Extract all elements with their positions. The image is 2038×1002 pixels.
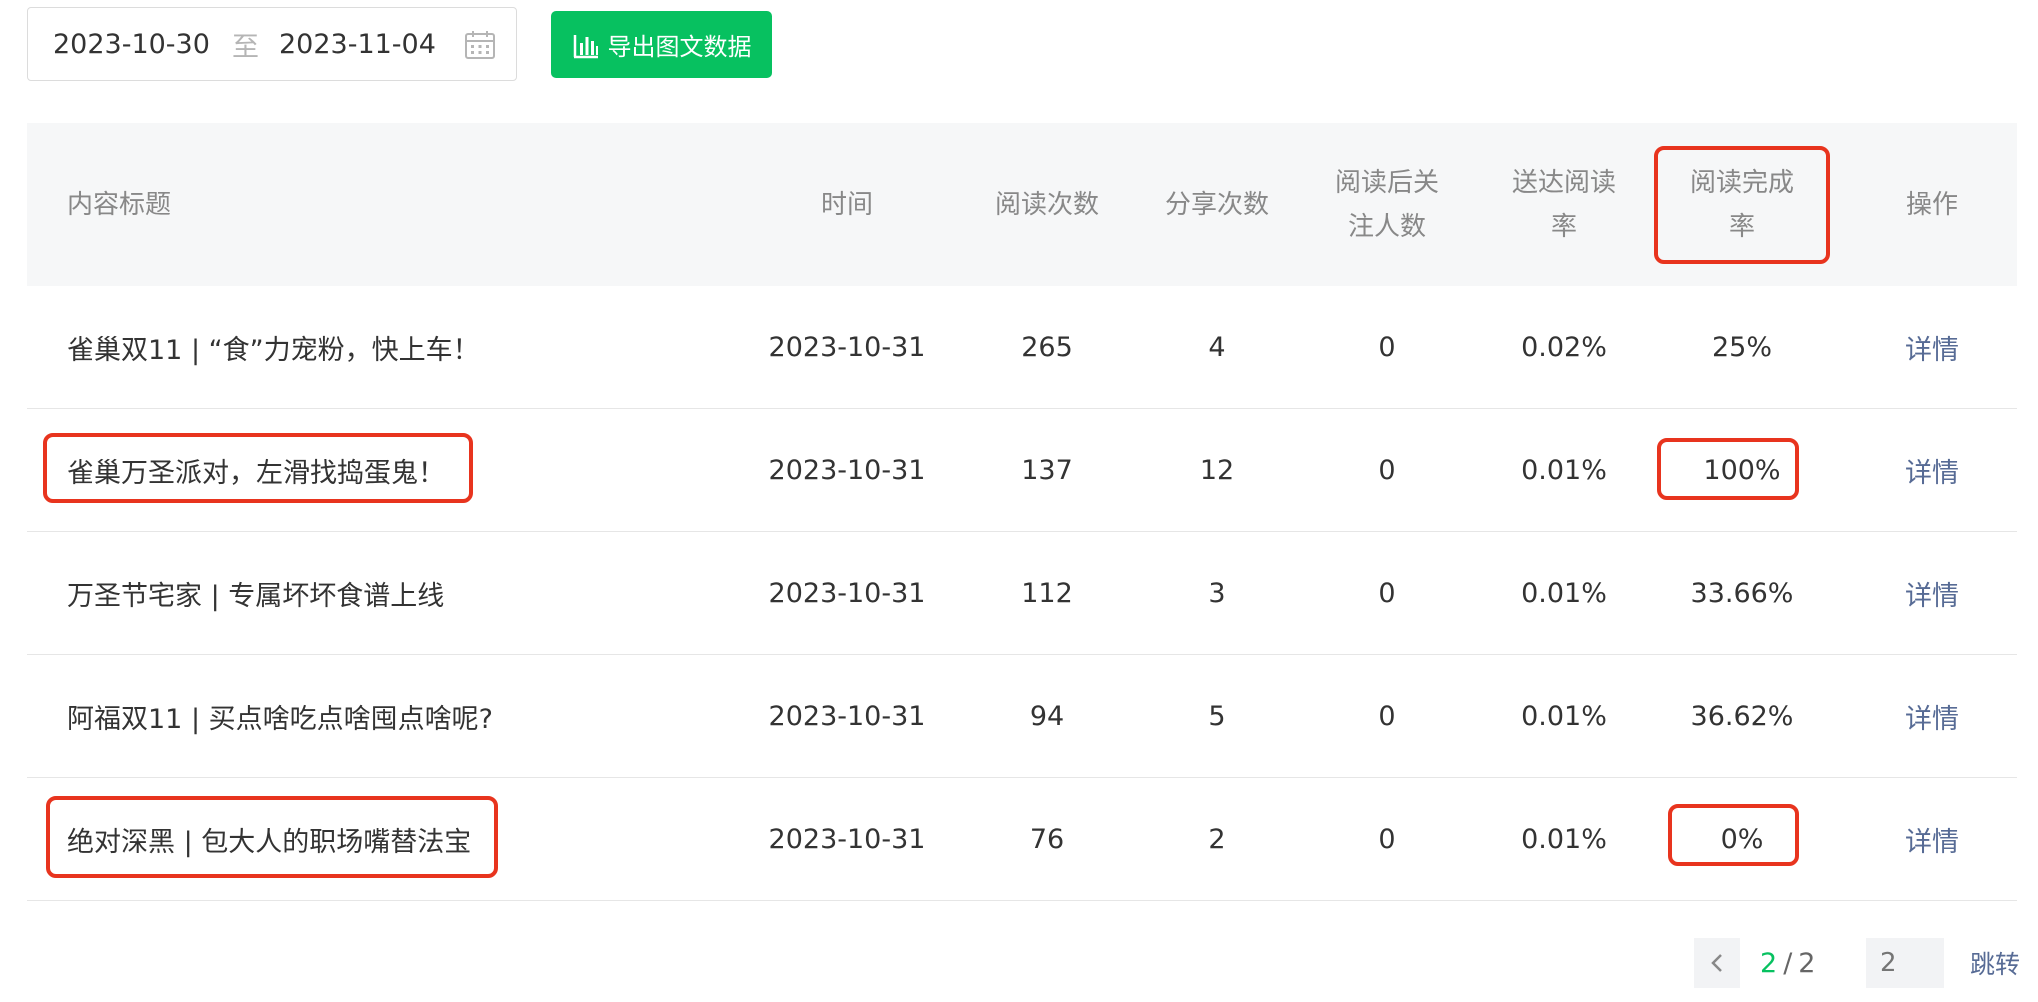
details-link[interactable]: 详情	[1905, 451, 1959, 490]
row-reads: 137	[1021, 454, 1073, 486]
row-follows: 0	[1378, 577, 1396, 609]
row-title: 绝对深黑 | 包大人的职场嘴替法宝	[67, 826, 472, 858]
row-time: 2023-10-31	[768, 331, 926, 363]
row-operation: 详情	[1887, 286, 1977, 408]
row-follows: 0	[1378, 823, 1396, 855]
row-completion-rate: 100%	[1703, 454, 1781, 486]
details-link[interactable]: 详情	[1905, 697, 1959, 736]
row-completion-rate: 25%	[1711, 331, 1772, 363]
export-button-label: 导出图文数据	[607, 33, 752, 61]
row-time: 2023-10-31	[768, 823, 926, 855]
row-reads: 76	[1029, 823, 1065, 855]
prev-page-button[interactable]	[1694, 938, 1740, 988]
header-completion-rate: 阅读完成率	[1677, 123, 1807, 286]
row-operation: 详情	[1887, 778, 1977, 900]
chevron-left-icon	[1711, 954, 1722, 972]
row-operation: 详情	[1887, 532, 1977, 654]
header-title: 内容标题	[67, 189, 172, 220]
bar-chart-icon	[573, 34, 598, 58]
row-completion-rate: 0%	[1720, 823, 1764, 855]
end-date[interactable]: 2023-11-04	[279, 29, 436, 60]
details-link[interactable]: 详情	[1905, 574, 1959, 613]
row-follows: 0	[1378, 454, 1396, 486]
header-shares: 分享次数	[1164, 189, 1269, 220]
header-deliver-rate: 送达阅读率	[1499, 123, 1629, 286]
row-time: 2023-10-31	[768, 454, 926, 486]
row-deliver-rate: 0.01%	[1521, 700, 1607, 732]
date-separator: 至	[232, 31, 259, 63]
header-operation: 操作	[1905, 189, 1958, 220]
start-date[interactable]: 2023-10-30	[53, 29, 210, 60]
row-time: 2023-10-31	[768, 577, 926, 609]
row-follows: 0	[1378, 331, 1396, 363]
details-link[interactable]: 详情	[1905, 328, 1959, 367]
row-deliver-rate: 0.02%	[1521, 331, 1607, 363]
row-deliver-rate: 0.01%	[1521, 823, 1607, 855]
current-page: 2	[1760, 947, 1778, 979]
row-operation: 详情	[1887, 655, 1977, 777]
article-stats-table: 内容标题 时间 阅读次数 分享次数 阅读后关注人数 送达阅读率 阅读完成率 操作…	[27, 123, 2017, 901]
header-time: 时间	[820, 189, 873, 220]
page-jump-input[interactable]	[1866, 938, 1944, 988]
row-follows: 0	[1378, 700, 1396, 732]
row-deliver-rate: 0.01%	[1521, 577, 1607, 609]
row-title: 雀巢双11 | “食”力宠粉，快上车！	[67, 334, 480, 366]
row-shares: 4	[1208, 331, 1226, 363]
date-range-picker[interactable]: 2023-10-30 至 2023-11-04	[27, 7, 517, 81]
table-row: 雀巢万圣派对，左滑找捣蛋鬼！ 2023-10-31 137 12 0 0.01%…	[27, 409, 2017, 532]
row-completion-rate: 36.62%	[1690, 700, 1794, 732]
row-reads: 112	[1021, 577, 1073, 609]
header-complete-line1: 阅读完成	[1689, 167, 1794, 198]
row-reads: 94	[1029, 700, 1065, 732]
table-row: 绝对深黑 | 包大人的职场嘴替法宝 2023-10-31 76 2 0 0.01…	[27, 778, 2017, 901]
row-reads: 265	[1021, 331, 1073, 363]
table-header: 内容标题 时间 阅读次数 分享次数 阅读后关注人数 送达阅读率 阅读完成率 操作	[27, 123, 2017, 286]
row-shares: 12	[1199, 454, 1235, 486]
page-slash: /	[1783, 947, 1793, 979]
row-time: 2023-10-31	[768, 700, 926, 732]
calendar-icon[interactable]	[464, 30, 496, 60]
row-operation: 详情	[1887, 409, 1977, 531]
header-deliver-line2: 率	[1550, 211, 1577, 242]
total-pages: 2	[1798, 947, 1816, 979]
table-row: 万圣节宅家 | 专属坏坏食谱上线 2023-10-31 112 3 0 0.01…	[27, 532, 2017, 655]
row-deliver-rate: 0.01%	[1521, 454, 1607, 486]
header-follows-line1: 阅读后关	[1334, 167, 1439, 198]
row-completion-rate: 33.66%	[1690, 577, 1794, 609]
header-follows-line2: 注人数	[1347, 211, 1426, 242]
table-row: 雀巢双11 | “食”力宠粉，快上车！ 2023-10-31 265 4 0 0…	[27, 286, 2017, 409]
export-data-button[interactable]: 导出图文数据	[551, 11, 772, 78]
row-shares: 5	[1208, 700, 1226, 732]
header-follows: 阅读后关 注人数	[1327, 123, 1447, 286]
details-link[interactable]: 详情	[1905, 820, 1959, 859]
row-shares: 2	[1208, 823, 1226, 855]
header-reads: 阅读次数	[994, 189, 1099, 220]
row-title: 雀巢万圣派对，左滑找捣蛋鬼！	[67, 457, 445, 489]
row-title: 万圣节宅家 | 专属坏坏食谱上线	[67, 580, 445, 612]
header-complete-line2: 率	[1728, 211, 1755, 242]
row-title: 阿福双11 | 买点啥吃点啥囤点啥呢?	[67, 703, 493, 735]
jump-button[interactable]: 跳转	[1970, 938, 2020, 988]
table-row: 阿福双11 | 买点啥吃点啥囤点啥呢? 2023-10-31 94 5 0 0.…	[27, 655, 2017, 778]
row-shares: 3	[1208, 577, 1226, 609]
header-deliver-line1: 送达阅读	[1511, 167, 1616, 198]
page-indicator: 2 / 2	[1760, 938, 1815, 988]
